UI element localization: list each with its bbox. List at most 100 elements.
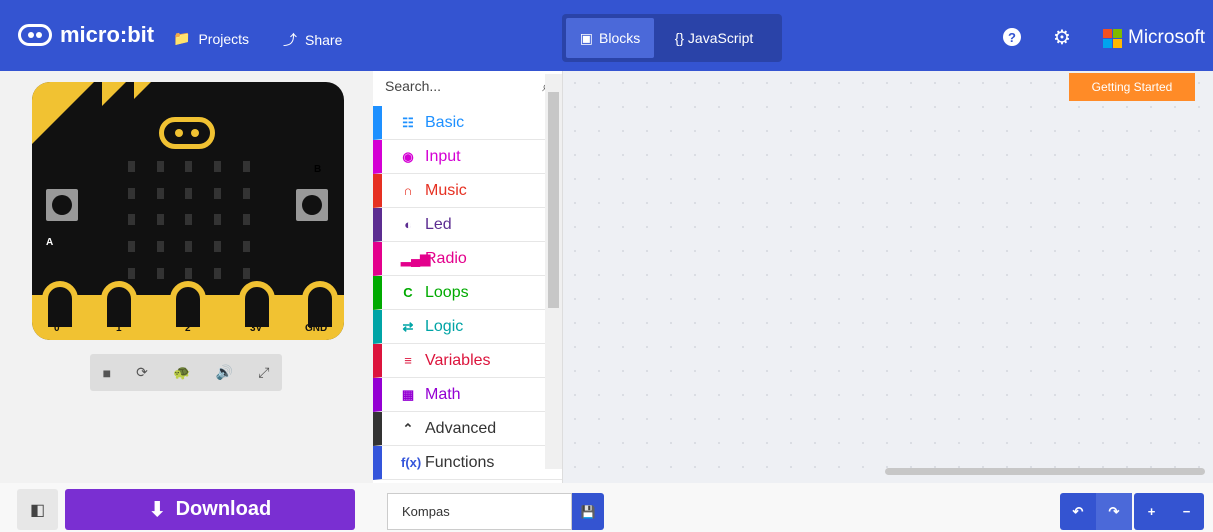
led	[156, 241, 164, 253]
toolbox-category-basic[interactable]: ☷ Basic	[373, 106, 562, 140]
led	[214, 267, 222, 279]
toolbox-category-logic[interactable]: ⇄ Logic	[373, 310, 562, 344]
led	[127, 267, 135, 279]
button-b-label: B	[314, 164, 322, 175]
led	[127, 241, 135, 253]
logic-icon: ⇄	[402, 318, 414, 334]
toolbox-category-label: Radio	[425, 249, 467, 267]
led	[243, 161, 251, 173]
brand-label: Microsoft	[1128, 27, 1206, 48]
getting-started-button[interactable]: Getting Started	[1069, 73, 1195, 101]
help-icon[interactable]: ?	[1003, 28, 1021, 46]
toolbox-category-label: Led	[425, 215, 452, 233]
led	[214, 241, 222, 253]
led	[156, 161, 164, 173]
toggle-simulator-button[interactable]: ◧	[17, 489, 58, 530]
led	[156, 187, 164, 199]
zoom-in-icon[interactable]: +	[1134, 493, 1169, 530]
download-icon: ⬇	[148, 499, 166, 521]
toolbox-category-label: Loops	[425, 283, 469, 301]
microbit-logo-icon	[18, 24, 52, 46]
toolbox-category-label: Variables	[425, 351, 491, 369]
led	[156, 214, 164, 226]
variables-icon: ≡	[404, 353, 412, 368]
microsoft-brand[interactable]: Microsoft	[1103, 27, 1205, 49]
music-icon: ∩	[403, 183, 413, 198]
pin-label-2: 2	[185, 323, 191, 334]
projects-button[interactable]: 📁 Projects	[173, 30, 249, 47]
toolbox-category-loops[interactable]: C Loops	[373, 276, 562, 310]
toolbox-category-radio[interactable]: ▂▄▆ Radio	[373, 242, 562, 276]
blocks-tab[interactable]: ▣ Blocks	[566, 18, 654, 58]
stop-icon[interactable]: ■	[103, 365, 111, 381]
search-input[interactable]: Search...	[385, 78, 441, 99]
gear-icon[interactable]: ⚙	[1053, 27, 1071, 49]
led	[214, 161, 222, 173]
fullscreen-icon[interactable]: ⤢	[258, 364, 269, 381]
redo-icon[interactable]: ↷	[1096, 493, 1132, 530]
pin-0[interactable]	[42, 281, 78, 333]
toolbox-scroll-thumb[interactable]	[548, 92, 559, 308]
board-corner-decoration	[32, 82, 151, 144]
led	[243, 267, 251, 279]
javascript-tab[interactable]: {} JavaScript	[654, 18, 774, 58]
led	[243, 187, 251, 199]
simulator-controls: ■ ⟳ 🐢 🔊 ⤢	[90, 354, 282, 391]
toolbox-scrollbar[interactable]	[545, 74, 562, 469]
button-b[interactable]	[296, 189, 328, 221]
project-name-input[interactable]: Kompas	[387, 493, 572, 530]
led	[185, 187, 193, 199]
toolbox-category-music[interactable]: ∩ Music	[373, 174, 562, 208]
share-icon: ⤴	[283, 32, 297, 48]
zoom-out-icon[interactable]: −	[1169, 493, 1204, 530]
led	[185, 241, 193, 253]
logo-text: micro:bit	[60, 22, 155, 47]
basic-icon: ☷	[402, 114, 414, 130]
led	[214, 187, 222, 199]
board-logo-icon	[159, 117, 215, 149]
pin-label-3v: 3V	[250, 323, 263, 334]
led-matrix	[124, 161, 254, 279]
save-icon[interactable]: 💾	[572, 493, 604, 530]
button-a[interactable]	[46, 189, 78, 221]
toolbox-search[interactable]: Search... ⌕	[373, 71, 562, 106]
workspace-scrollbar[interactable]	[885, 468, 1205, 475]
collapse-icon: ◧	[29, 501, 46, 519]
share-label: Share	[305, 32, 343, 48]
toolbox-category-advanced[interactable]: ⌃ Advanced	[373, 412, 562, 446]
mute-icon[interactable]: 🔊	[216, 364, 233, 381]
microbit-logo[interactable]: micro:bit	[18, 22, 154, 48]
toolbox-category-input[interactable]: ◉ Input	[373, 140, 562, 174]
toolbox-category-label: Basic	[425, 113, 465, 131]
radio-icon: ▂▄▆	[401, 250, 431, 266]
zoom-group: + −	[1134, 493, 1204, 530]
led-icon: ◐	[404, 217, 412, 232]
microsoft-logo-icon	[1103, 28, 1122, 48]
toolbox-category-label: Advanced	[425, 419, 497, 437]
download-button[interactable]: ⬇ Download	[65, 489, 355, 530]
toolbox-category-functions[interactable]: f(x) Functions	[373, 446, 562, 480]
download-label: Download	[175, 498, 272, 520]
folder-icon: 📁	[173, 30, 191, 46]
simulator-panel: A B 0 1 2 3V GND ■ ⟳ 🐢 🔊 ⤢	[0, 71, 373, 483]
toolbox-category-math[interactable]: ▦ Math	[373, 378, 562, 412]
toolbox-category-variables[interactable]: ≡ Variables	[373, 344, 562, 378]
blocks-workspace[interactable]: Getting Started	[563, 71, 1213, 483]
toolbox-category-led[interactable]: ◐ Led	[373, 208, 562, 242]
led	[185, 267, 193, 279]
category-list: ☷ Basic ◉ Input ∩ Music ◐ Led ▂▄▆ Radio C Loops ⇄ Log…	[373, 106, 562, 480]
editor-footer: ◧ ⬇ Download Kompas 💾 ↶ ↷ + −	[0, 483, 1213, 532]
input-icon: ◉	[402, 148, 414, 164]
button-a-label: A	[46, 237, 54, 248]
undo-icon[interactable]: ↶	[1060, 493, 1096, 530]
toolbox-category-label: Math	[425, 385, 461, 403]
slow-mode-icon[interactable]: 🐢	[173, 364, 190, 381]
toolbox: Search... ⌕ ☷ Basic ◉ Input ∩ Music ◐ Led ▂▄▆Rad…	[373, 71, 563, 483]
share-button[interactable]: ⤴ Share	[283, 30, 342, 50]
led	[127, 214, 135, 226]
pin-label-gnd: GND	[305, 323, 328, 334]
restart-icon[interactable]: ⟳	[136, 364, 148, 381]
blocks-icon: ▣	[579, 29, 593, 46]
undo-redo-group: ↶ ↷	[1060, 493, 1132, 530]
editor-mode-toggle: ▣ Blocks {} JavaScript	[562, 14, 782, 62]
